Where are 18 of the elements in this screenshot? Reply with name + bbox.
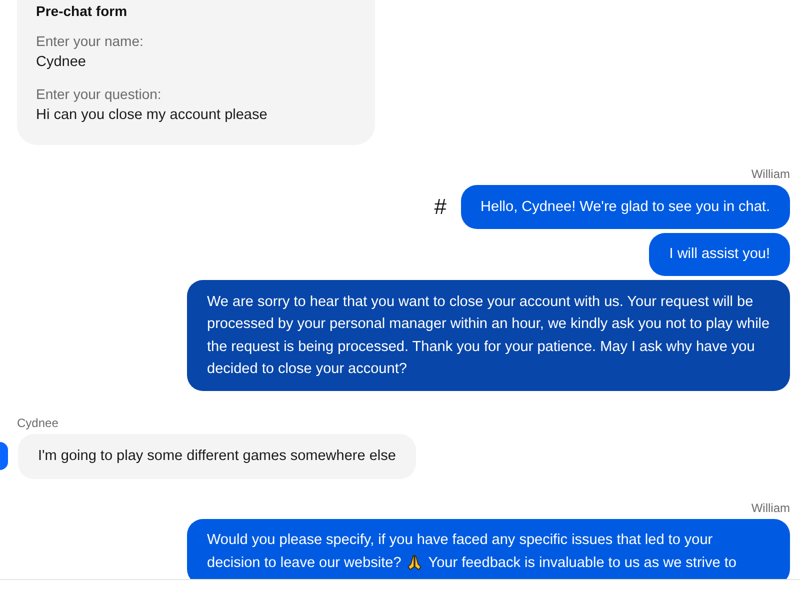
field-value: Hi can you close my account please [36, 106, 268, 125]
sender-name: William [751, 500, 790, 514]
message-bubble: We are sorry to hear that you want to close your account with us. Your request will be processed by your personal manager within an hour, we kindly ask you not to play while the request is being processed. Thank you for your patience. May I ask why have you decided to close your account? [187, 280, 790, 391]
sender-name: Cydnee [17, 416, 58, 430]
message-bubble: I'm going to play some different games somewhere else [18, 434, 416, 478]
avatar-icon [0, 442, 8, 470]
field-label: Enter your name: [36, 32, 144, 51]
message-bubble: Hello, Cydnee! We're glad to see you in chat. [460, 185, 790, 228]
message-text: decision to leave our website? [207, 554, 402, 572]
message-text: Your feedback is invaluable to us as we strive to [428, 554, 736, 572]
field-label: Enter your question: [36, 85, 162, 104]
message-bubble: I will assist you! [649, 232, 790, 276]
sender-name: William [751, 167, 790, 181]
field-value: Cydnee [36, 53, 86, 72]
form-title: Pre-chat form [36, 2, 128, 20]
message-text: Would you please specify, if you have faced any specific issues that led to your [207, 531, 713, 550]
praying-hands-icon [406, 554, 424, 572]
hash-mark: # [434, 194, 447, 219]
